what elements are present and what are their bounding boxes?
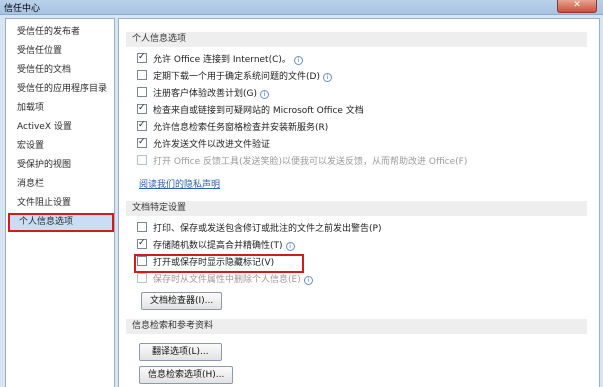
option-label: 打印、保存或发送包含修订或批注的文件之前发出警告(P) (153, 224, 382, 234)
sidebar-item-trusted-publishers[interactable]: 受信任的发布者 (6, 23, 114, 42)
sidebar-item-protected-view[interactable]: 受保护的视图 (6, 156, 114, 175)
checkbox[interactable] (137, 87, 147, 97)
option-label: 打开或保存时显示隐藏标记(V) (153, 258, 275, 268)
checkbox[interactable] (137, 256, 147, 266)
checkbox[interactable] (137, 101, 147, 116)
option-label: 注册客户体验改善计划(G) (153, 89, 257, 99)
option-store-random-number[interactable]: 存储随机数以提高合并精确性(T)i (137, 236, 295, 254)
checkbox[interactable] (137, 70, 147, 80)
option-connect-internet[interactable]: 允许 Office 连接到 Internet(C)。i (137, 50, 303, 68)
research-options-button[interactable]: 信息检索选项(H)... (139, 366, 234, 384)
option-label: 存储随机数以提高合并精确性(T) (153, 241, 283, 251)
option-label: 允许发送文件以改进文件验证 (153, 140, 271, 150)
title-bar: 信任中心 ✕ (0, 0, 603, 15)
sidebar-item-add-ins[interactable]: 加载项 (6, 99, 114, 118)
sidebar: 受信任的发布者 受信任位置 受信任的文档 受信任的应用程序目录 加载项 Acti… (5, 18, 115, 387)
info-icon: i (285, 242, 295, 251)
info-icon: i (303, 276, 313, 285)
option-feedback-tool[interactable]: 打开 Office 反馈工具(发送笑脸)以便我可以发送反馈，从而帮助改进 Off… (137, 155, 467, 170)
option-label: 检查来自或链接到可疑网站的 Microsoft Office 文档 (153, 106, 364, 116)
checkbox[interactable] (137, 135, 147, 150)
sidebar-item-trusted-app-catalogs[interactable]: 受信任的应用程序目录 (6, 80, 114, 99)
checkbox[interactable] (137, 118, 147, 133)
checkbox[interactable] (137, 273, 147, 283)
translation-options-button[interactable]: 翻译选项(L)... (139, 343, 222, 361)
section-header-document: 文档特定设置 (126, 201, 587, 216)
option-file-validation[interactable]: 允许发送文件以改进文件验证 (137, 135, 271, 153)
settings-panel: 个人信息选项 允许 Office 连接到 Internet(C)。i 定期下载一… (118, 18, 600, 387)
document-inspector-button[interactable]: 文档检查器(I)... (141, 292, 223, 310)
sidebar-item-macros[interactable]: 宏设置 (6, 137, 114, 156)
option-warn-before-print[interactable]: 打印、保存或发送包含修订或批注的文件之前发出警告(P) (137, 222, 381, 237)
option-research-services[interactable]: 允许信息检索任务窗格检查并安装新服务(R) (137, 118, 329, 136)
checkbox[interactable] (137, 50, 147, 65)
checkbox[interactable] (137, 222, 147, 232)
info-icon: i (322, 73, 332, 82)
sidebar-item-file-block[interactable]: 文件阻止设置 (6, 194, 114, 213)
sidebar-item-trusted-locations[interactable]: 受信任位置 (6, 42, 114, 61)
close-button[interactable]: ✕ (557, 0, 597, 13)
window-title: 信任中心 (4, 4, 41, 14)
checkbox[interactable] (137, 236, 147, 251)
sidebar-item-privacy-options[interactable]: 个人信息选项 (8, 213, 114, 232)
info-icon: i (293, 56, 303, 65)
section-header-research: 信息检索和参考资料 (126, 319, 587, 334)
option-ceip[interactable]: 注册客户体验改善计划(G) i (137, 87, 269, 102)
option-label: 允许信息检索任务窗格检查并安装新服务(R) (153, 123, 329, 133)
option-check-suspicious[interactable]: 检查来自或链接到可疑网站的 Microsoft Office 文档 (137, 101, 364, 119)
sidebar-item-message-bar[interactable]: 消息栏 (6, 175, 114, 194)
sidebar-item-trusted-documents[interactable]: 受信任的文档 (6, 61, 114, 80)
option-label: 允许 Office 连接到 Internet(C)。 (153, 55, 291, 65)
option-remove-personal-info[interactable]: 保存时从文件属性中删除个人信息(E) i (137, 273, 313, 288)
option-label: 打开 Office 反馈工具(发送笑脸)以便我可以发送反馈，从而帮助改进 Off… (153, 157, 468, 167)
option-label: 保存时从文件属性中删除个人信息(E) (153, 275, 301, 285)
section-header-personal: 个人信息选项 (126, 32, 587, 47)
info-icon: i (260, 90, 269, 99)
option-download-diagnostic[interactable]: 定期下载一个用于确定系统问题的文件(D) i (137, 70, 332, 85)
checkbox[interactable] (137, 155, 147, 165)
sidebar-item-activex[interactable]: ActiveX 设置 (6, 118, 114, 137)
option-show-hidden-markup[interactable]: 打开或保存时显示隐藏标记(V) (137, 256, 274, 271)
privacy-statement-link[interactable]: 阅读我们的隐私声明 (139, 177, 220, 190)
option-label: 定期下载一个用于确定系统问题的文件(D) (153, 72, 320, 82)
